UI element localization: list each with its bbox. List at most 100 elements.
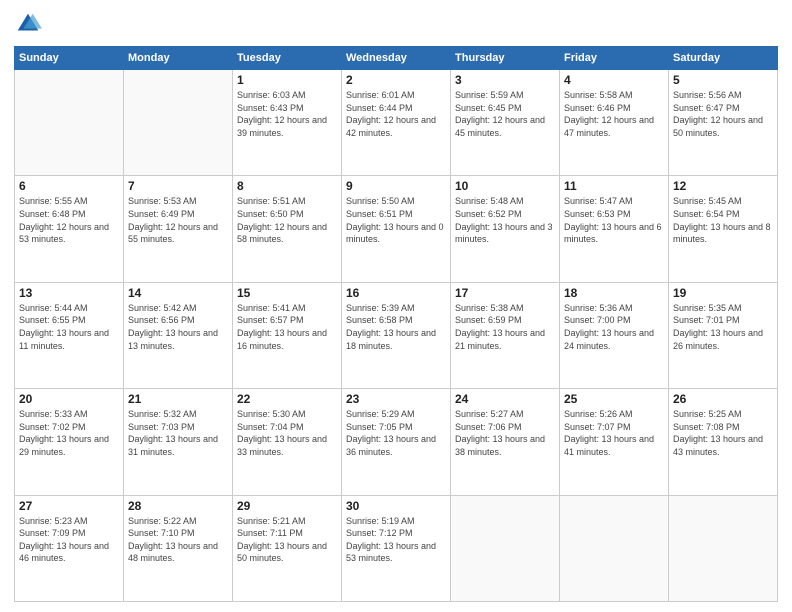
day-info: Sunrise: 5:39 AMSunset: 6:58 PMDaylight:… (346, 302, 446, 352)
day-number: 21 (128, 392, 228, 406)
logo (14, 10, 46, 38)
calendar-cell: 19 Sunrise: 5:35 AMSunset: 7:01 PMDayligh… (669, 282, 778, 388)
calendar-cell: 1 Sunrise: 6:03 AMSunset: 6:43 PMDaylight… (233, 70, 342, 176)
calendar-cell: 7 Sunrise: 5:53 AMSunset: 6:49 PMDaylight… (124, 176, 233, 282)
weekday-header: Monday (124, 47, 233, 70)
day-number: 11 (564, 179, 664, 193)
day-info: Sunrise: 5:29 AMSunset: 7:05 PMDaylight:… (346, 408, 446, 458)
day-number: 7 (128, 179, 228, 193)
calendar-cell: 11 Sunrise: 5:47 AMSunset: 6:53 PMDayligh… (560, 176, 669, 282)
calendar-cell: 17 Sunrise: 5:38 AMSunset: 6:59 PMDayligh… (451, 282, 560, 388)
calendar-cell: 25Sunrise: 5:26 AMSunset: 7:07 PMDayligh… (560, 389, 669, 495)
page: SundayMondayTuesdayWednesdayThursdayFrid… (0, 0, 792, 612)
day-number: 26 (673, 392, 773, 406)
calendar-cell: 4Sunrise: 5:58 AMSunset: 6:46 PMDaylight… (560, 70, 669, 176)
day-number: 23 (346, 392, 446, 406)
day-number: 5 (673, 73, 773, 87)
day-info: Sunrise: 5:51 AMSunset: 6:50 PMDaylight:… (237, 195, 337, 245)
calendar-cell: 28Sunrise: 5:22 AMSunset: 7:10 PMDayligh… (124, 495, 233, 601)
calendar-cell: 13Sunrise: 5:44 AMSunset: 6:55 PMDayligh… (15, 282, 124, 388)
day-info: Sunrise: 5:23 AMSunset: 7:09 PMDaylight:… (19, 515, 119, 565)
day-info: Sunrise: 5:19 AMSunset: 7:12 PMDaylight:… (346, 515, 446, 565)
calendar-cell (15, 70, 124, 176)
calendar-cell: 30 Sunrise: 5:19 AMSunset: 7:12 PMDayligh… (342, 495, 451, 601)
day-info: Sunrise: 5:41 AMSunset: 6:57 PMDaylight:… (237, 302, 337, 352)
day-number: 17 (455, 286, 555, 300)
calendar-cell: 26 Sunrise: 5:25 AMSunset: 7:08 PMDayligh… (669, 389, 778, 495)
calendar-cell (560, 495, 669, 601)
calendar-cell: 21 Sunrise: 5:32 AMSunset: 7:03 PMDayligh… (124, 389, 233, 495)
logo-icon (14, 10, 42, 38)
calendar-cell: 14 Sunrise: 5:42 AMSunset: 6:56 PMDayligh… (124, 282, 233, 388)
weekday-header: Wednesday (342, 47, 451, 70)
calendar-cell: 15 Sunrise: 5:41 AMSunset: 6:57 PMDayligh… (233, 282, 342, 388)
day-info: Sunrise: 5:50 AMSunset: 6:51 PMDaylight:… (346, 195, 446, 245)
calendar-week-row: 6 Sunrise: 5:55 AMSunset: 6:48 PMDaylight… (15, 176, 778, 282)
calendar-cell: 10Sunrise: 5:48 AMSunset: 6:52 PMDayligh… (451, 176, 560, 282)
day-info: Sunrise: 5:53 AMSunset: 6:49 PMDaylight:… (128, 195, 228, 245)
calendar-cell: 29 Sunrise: 5:21 AMSunset: 7:11 PMDayligh… (233, 495, 342, 601)
day-info: Sunrise: 5:47 AMSunset: 6:53 PMDaylight:… (564, 195, 664, 245)
calendar-cell (451, 495, 560, 601)
calendar-cell: 22 Sunrise: 5:30 AMSunset: 7:04 PMDayligh… (233, 389, 342, 495)
day-number: 1 (237, 73, 337, 87)
day-info: Sunrise: 5:25 AMSunset: 7:08 PMDaylight:… (673, 408, 773, 458)
day-info: Sunrise: 5:27 AMSunset: 7:06 PMDaylight:… (455, 408, 555, 458)
day-number: 27 (19, 499, 119, 513)
calendar-cell: 20Sunrise: 5:33 AMSunset: 7:02 PMDayligh… (15, 389, 124, 495)
day-info: Sunrise: 5:36 AMSunset: 7:00 PMDaylight:… (564, 302, 664, 352)
day-number: 12 (673, 179, 773, 193)
calendar-week-row: 27 Sunrise: 5:23 AMSunset: 7:09 PMDayligh… (15, 495, 778, 601)
day-number: 18 (564, 286, 664, 300)
calendar-cell: 18 Sunrise: 5:36 AMSunset: 7:00 PMDayligh… (560, 282, 669, 388)
weekday-header: Saturday (669, 47, 778, 70)
calendar-cell: 24 Sunrise: 5:27 AMSunset: 7:06 PMDayligh… (451, 389, 560, 495)
day-number: 3 (455, 73, 555, 87)
day-number: 25 (564, 392, 664, 406)
day-number: 9 (346, 179, 446, 193)
day-number: 20 (19, 392, 119, 406)
day-info: Sunrise: 5:58 AMSunset: 6:46 PMDaylight:… (564, 89, 664, 139)
day-info: Sunrise: 5:59 AMSunset: 6:45 PMDaylight:… (455, 89, 555, 139)
weekday-header: Tuesday (233, 47, 342, 70)
day-info: Sunrise: 5:55 AMSunset: 6:48 PMDaylight:… (19, 195, 119, 245)
weekday-header: Thursday (451, 47, 560, 70)
calendar-cell: 8 Sunrise: 5:51 AMSunset: 6:50 PMDaylight… (233, 176, 342, 282)
day-number: 29 (237, 499, 337, 513)
day-number: 6 (19, 179, 119, 193)
weekday-header: Friday (560, 47, 669, 70)
day-info: Sunrise: 6:01 AMSunset: 6:44 PMDaylight:… (346, 89, 446, 139)
day-number: 22 (237, 392, 337, 406)
day-number: 28 (128, 499, 228, 513)
day-info: Sunrise: 5:42 AMSunset: 6:56 PMDaylight:… (128, 302, 228, 352)
calendar-cell: 2Sunrise: 6:01 AMSunset: 6:44 PMDaylight… (342, 70, 451, 176)
day-number: 10 (455, 179, 555, 193)
day-info: Sunrise: 5:56 AMSunset: 6:47 PMDaylight:… (673, 89, 773, 139)
day-number: 8 (237, 179, 337, 193)
calendar-cell: 12 Sunrise: 5:45 AMSunset: 6:54 PMDayligh… (669, 176, 778, 282)
calendar-week-row: 1 Sunrise: 6:03 AMSunset: 6:43 PMDaylight… (15, 70, 778, 176)
calendar-cell: 27 Sunrise: 5:23 AMSunset: 7:09 PMDayligh… (15, 495, 124, 601)
weekday-header-row: SundayMondayTuesdayWednesdayThursdayFrid… (15, 47, 778, 70)
calendar-cell: 16Sunrise: 5:39 AMSunset: 6:58 PMDayligh… (342, 282, 451, 388)
calendar: SundayMondayTuesdayWednesdayThursdayFrid… (14, 46, 778, 602)
day-info: Sunrise: 6:03 AMSunset: 6:43 PMDaylight:… (237, 89, 337, 139)
day-number: 24 (455, 392, 555, 406)
day-info: Sunrise: 5:21 AMSunset: 7:11 PMDaylight:… (237, 515, 337, 565)
calendar-cell (124, 70, 233, 176)
calendar-cell: 5 Sunrise: 5:56 AMSunset: 6:47 PMDaylight… (669, 70, 778, 176)
day-number: 19 (673, 286, 773, 300)
day-number: 30 (346, 499, 446, 513)
header (14, 10, 778, 38)
weekday-header: Sunday (15, 47, 124, 70)
day-info: Sunrise: 5:38 AMSunset: 6:59 PMDaylight:… (455, 302, 555, 352)
day-info: Sunrise: 5:32 AMSunset: 7:03 PMDaylight:… (128, 408, 228, 458)
day-number: 14 (128, 286, 228, 300)
day-info: Sunrise: 5:35 AMSunset: 7:01 PMDaylight:… (673, 302, 773, 352)
day-info: Sunrise: 5:30 AMSunset: 7:04 PMDaylight:… (237, 408, 337, 458)
day-number: 15 (237, 286, 337, 300)
day-info: Sunrise: 5:45 AMSunset: 6:54 PMDaylight:… (673, 195, 773, 245)
calendar-cell (669, 495, 778, 601)
calendar-cell: 6 Sunrise: 5:55 AMSunset: 6:48 PMDaylight… (15, 176, 124, 282)
day-number: 13 (19, 286, 119, 300)
